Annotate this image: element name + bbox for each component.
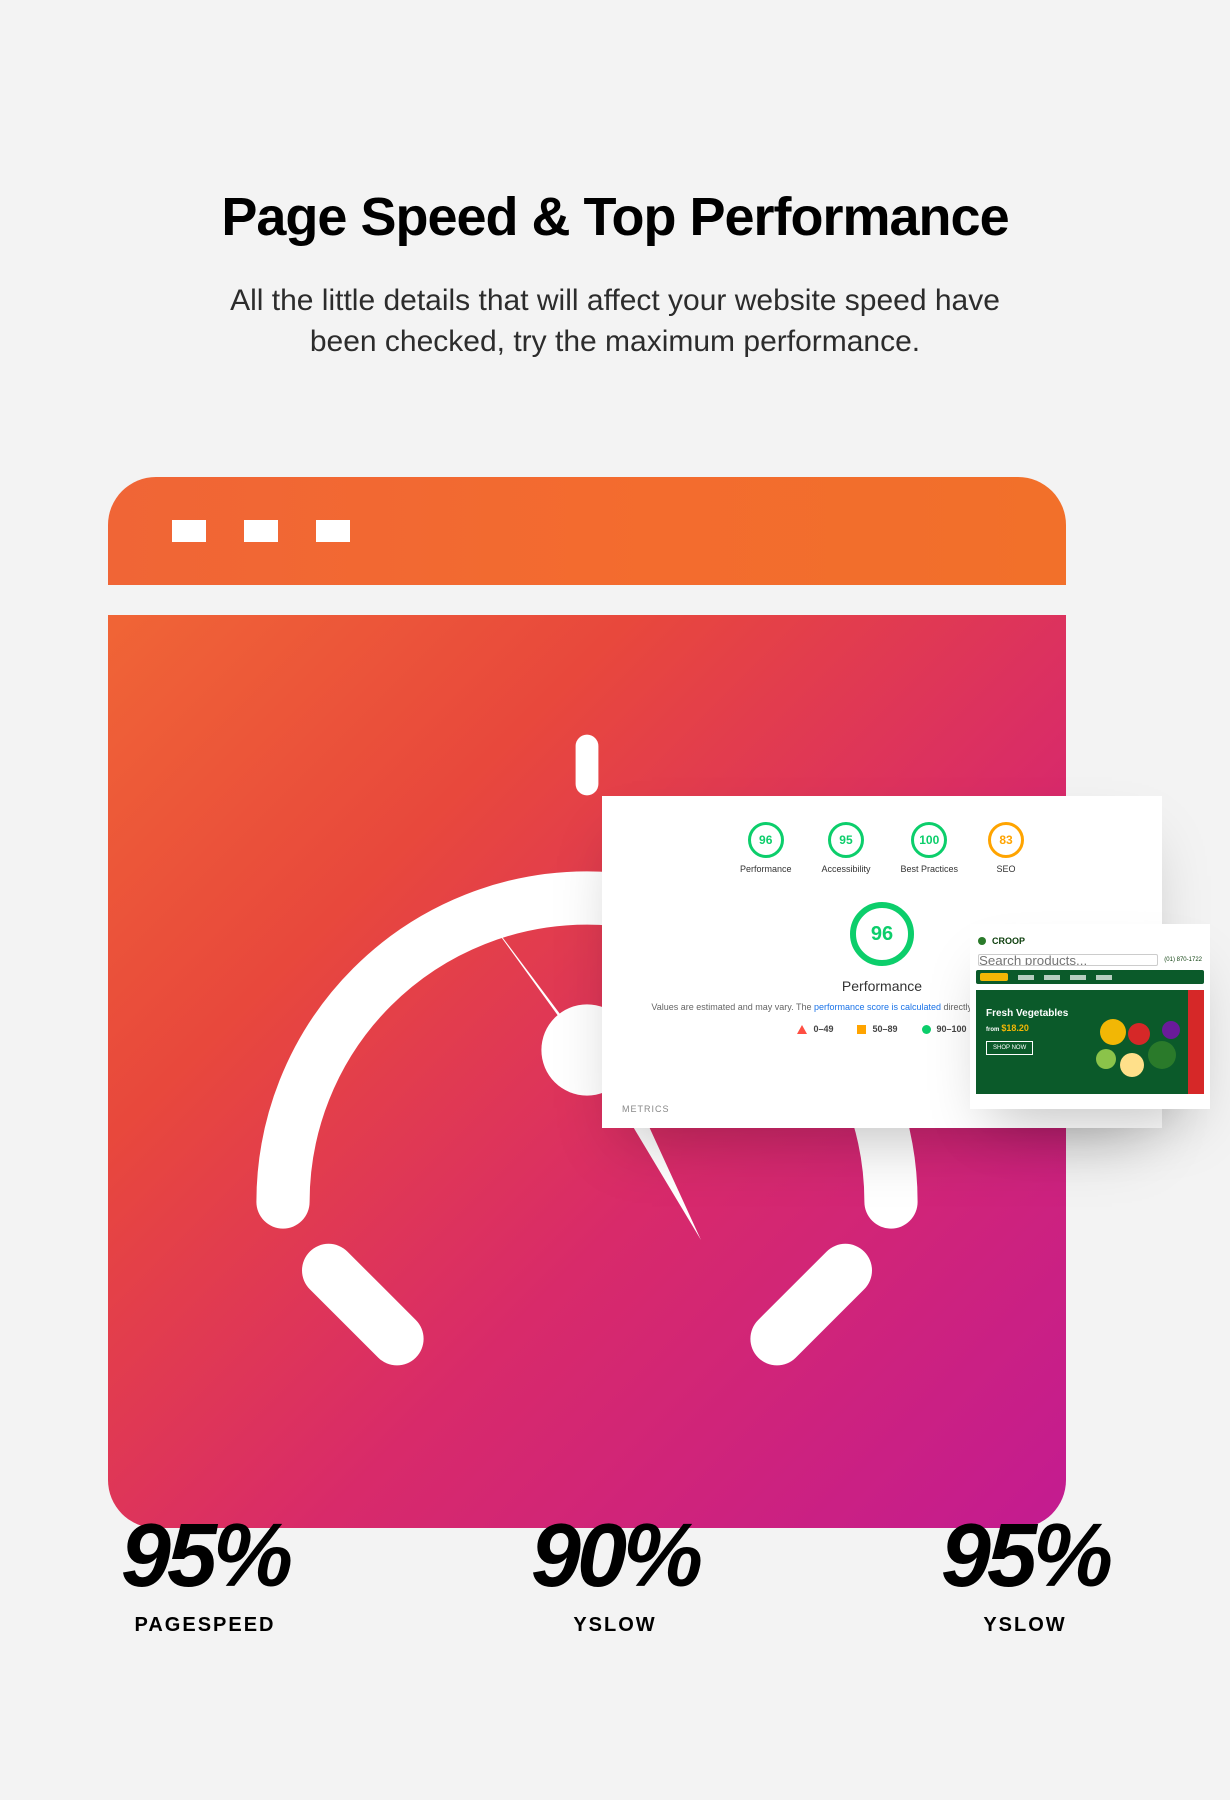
- score-ring-icon: 83: [988, 822, 1024, 858]
- menu-link-icon: [1070, 975, 1086, 980]
- search-input[interactable]: [978, 954, 1158, 966]
- legend-label: 50–89: [872, 1024, 897, 1034]
- score-label: SEO: [997, 864, 1016, 874]
- legend-label: 0–49: [813, 1024, 833, 1034]
- page-title: Page Speed & Top Performance: [0, 186, 1230, 248]
- score-label: Performance: [740, 864, 792, 874]
- score-label: Accessibility: [821, 864, 870, 874]
- hero-right-stripe: [1188, 990, 1204, 1094]
- menu-link-icon: [1018, 975, 1034, 980]
- shop-now-button[interactable]: SHOP NOW: [986, 1041, 1033, 1055]
- hero-title: Fresh Vegetables: [986, 1008, 1178, 1019]
- window-dot-icon: [244, 520, 278, 542]
- brand-name: CROOP: [992, 936, 1025, 946]
- stat-value: 95%: [0, 1505, 410, 1608]
- lighthouse-metrics-label: METRICS: [622, 1104, 670, 1114]
- browser-chrome: [108, 477, 1066, 585]
- hero-price-from: from: [986, 1027, 999, 1033]
- score-label: Best Practices: [901, 864, 959, 874]
- triangle-icon: [797, 1025, 807, 1034]
- hero-left: Fresh Vegetables from$18.20 SHOP NOW: [976, 990, 1188, 1094]
- hero-price-value: $18.20: [1001, 1023, 1029, 1033]
- score-ring-large-icon: 96: [850, 902, 914, 966]
- stat-yslow-2: 95% YSLOW: [820, 1505, 1230, 1637]
- stat-value: 95%: [820, 1505, 1230, 1608]
- square-icon: [857, 1025, 866, 1034]
- note-link[interactable]: performance score is calculated: [814, 1002, 941, 1012]
- score-ring-icon: 96: [748, 822, 784, 858]
- thumbnail-search-row: (01) 870-1722: [978, 954, 1202, 966]
- lighthouse-score-performance: 96 Performance: [740, 822, 792, 874]
- legend-good: 90–100: [922, 1024, 967, 1034]
- hero-price: from$18.20: [986, 1023, 1178, 1033]
- thumbnail-hero: Fresh Vegetables from$18.20 SHOP NOW: [976, 990, 1204, 1094]
- site-preview-thumbnail: CROOP (01) 870-1722 Fresh Vegetables fro…: [970, 924, 1210, 1109]
- legend-bad: 0–49: [797, 1024, 833, 1034]
- brand-logo-icon: [978, 937, 986, 945]
- page: Page Speed & Top Performance All the lit…: [0, 0, 1230, 1800]
- lighthouse-score-accessibility: 95 Accessibility: [821, 822, 870, 874]
- contact-phone: (01) 870-1722: [1164, 957, 1202, 963]
- lighthouse-score-best-practices: 100 Best Practices: [901, 822, 959, 874]
- stat-pagespeed: 95% PAGESPEED: [0, 1505, 410, 1637]
- lighthouse-score-seo: 83 SEO: [988, 822, 1024, 874]
- stat-yslow-1: 90% YSLOW: [410, 1505, 820, 1637]
- stats-row: 95% PAGESPEED 90% YSLOW 95% YSLOW: [0, 1505, 1230, 1637]
- window-dot-icon: [172, 520, 206, 542]
- thumbnail-header: CROOP: [970, 932, 1210, 950]
- stat-label: PAGESPEED: [0, 1614, 410, 1637]
- page-subtitle: All the little details that will affect …: [205, 280, 1025, 363]
- circle-icon: [922, 1025, 931, 1034]
- window-dot-icon: [316, 520, 350, 542]
- thumbnail-caption: [970, 924, 1210, 932]
- stat-label: YSLOW: [820, 1614, 1230, 1637]
- legend-mid: 50–89: [857, 1024, 897, 1034]
- note-text: Values are estimated and may vary. The: [651, 1002, 814, 1012]
- lighthouse-score-row: 96 Performance 95 Accessibility 100 Best…: [622, 822, 1142, 874]
- menu-highlight-icon: [980, 973, 1008, 981]
- score-ring-icon: 100: [911, 822, 947, 858]
- score-ring-icon: 95: [828, 822, 864, 858]
- menu-link-icon: [1044, 975, 1060, 980]
- thumbnail-menu: [976, 970, 1204, 984]
- menu-link-icon: [1096, 975, 1112, 980]
- legend-label: 90–100: [937, 1024, 967, 1034]
- stat-label: YSLOW: [410, 1614, 820, 1637]
- stat-value: 90%: [410, 1505, 820, 1608]
